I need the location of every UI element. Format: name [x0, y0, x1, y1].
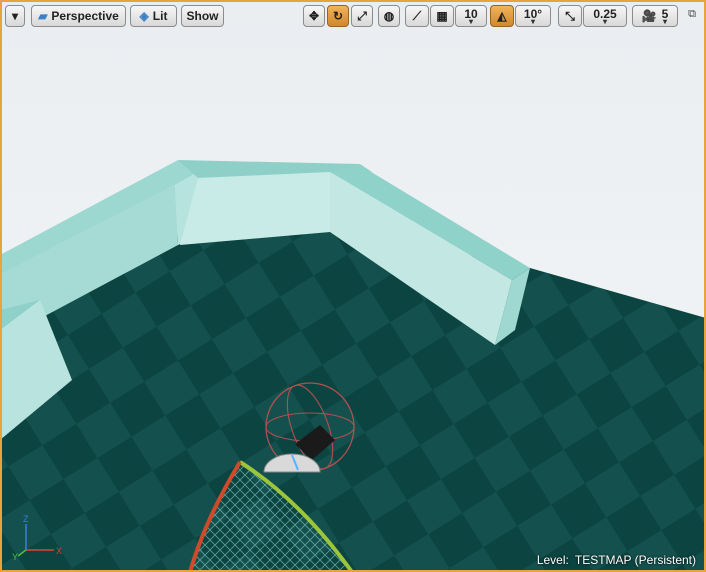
show-label: Show	[186, 9, 219, 23]
view-mode-button[interactable]: ▰ Perspective	[31, 5, 126, 27]
axis-indicator: X Z Y	[12, 514, 62, 562]
surface-snap-icon: ⟋	[412, 9, 422, 23]
scale-snap-icon: ⤡	[565, 9, 575, 23]
svg-text:Z: Z	[23, 514, 29, 524]
lit-label: Lit	[152, 9, 168, 23]
rotation-snap-value[interactable]: 10° ▾	[515, 5, 551, 27]
rotation-snap-toggle[interactable]: ◭	[490, 5, 514, 27]
scale-tool-button[interactable]: ⤢	[351, 5, 373, 27]
level-status: Level: TESTMAP (Persistent)	[537, 553, 696, 567]
show-button[interactable]: Show	[181, 5, 224, 27]
svg-text:X: X	[56, 546, 62, 556]
grid-icon: ▦	[436, 9, 448, 23]
surface-snap-button[interactable]: ⟋	[405, 5, 429, 27]
rotation-snap-icon: ◭	[497, 9, 507, 23]
lit-icon: ◈	[139, 9, 149, 23]
camera-speed-caret-icon: ▾	[663, 17, 668, 26]
scene-render[interactable]	[0, 0, 706, 572]
world-local-icon: ◍	[383, 9, 395, 23]
lit-button[interactable]: ◈ Lit	[130, 5, 177, 27]
scale-snap-caret-icon: ▾	[602, 17, 607, 26]
level-label: Level:	[536, 553, 569, 567]
rotate-tool-button[interactable]: ↻	[327, 5, 349, 27]
camera-speed-icon: 🎥	[641, 9, 657, 23]
maximize-icon: ⧉	[688, 7, 696, 20]
level-viewport[interactable]: ▾ ▰ Perspective ◈ Lit Show ✥ ↻ ⤢ ◍ ⟋ ▦ 1…	[0, 0, 706, 572]
rotate-icon: ↻	[332, 9, 344, 23]
grid-snap-caret-icon: ▾	[468, 17, 473, 26]
world-local-button[interactable]: ◍	[378, 5, 400, 27]
camera-speed-button[interactable]: 🎥 5 ▾	[632, 5, 678, 27]
perspective-icon: ▰	[38, 9, 48, 23]
level-name: TESTMAP (Persistent)	[574, 553, 696, 567]
scale-snap-value[interactable]: 0.25 ▾	[583, 5, 627, 27]
scale-icon: ⤢	[357, 9, 367, 23]
maximize-viewport-button[interactable]: ⧉	[685, 7, 699, 21]
view-mode-label: Perspective	[51, 9, 119, 23]
translate-icon: ✥	[308, 9, 320, 23]
grid-snap-toggle[interactable]: ▦	[430, 5, 454, 27]
scale-snap-toggle[interactable]: ⤡	[558, 5, 582, 27]
grid-snap-value[interactable]: 10 ▾	[455, 5, 487, 27]
translate-tool-button[interactable]: ✥	[303, 5, 325, 27]
viewport-toolbar: ▾ ▰ Perspective ◈ Lit Show ✥ ↻ ⤢ ◍ ⟋ ▦ 1…	[5, 5, 701, 29]
dropdown-icon: ▾	[11, 9, 19, 23]
viewport-options-button[interactable]: ▾	[5, 5, 25, 27]
rotation-snap-caret-icon: ▾	[530, 17, 535, 26]
svg-text:Y: Y	[12, 552, 18, 562]
